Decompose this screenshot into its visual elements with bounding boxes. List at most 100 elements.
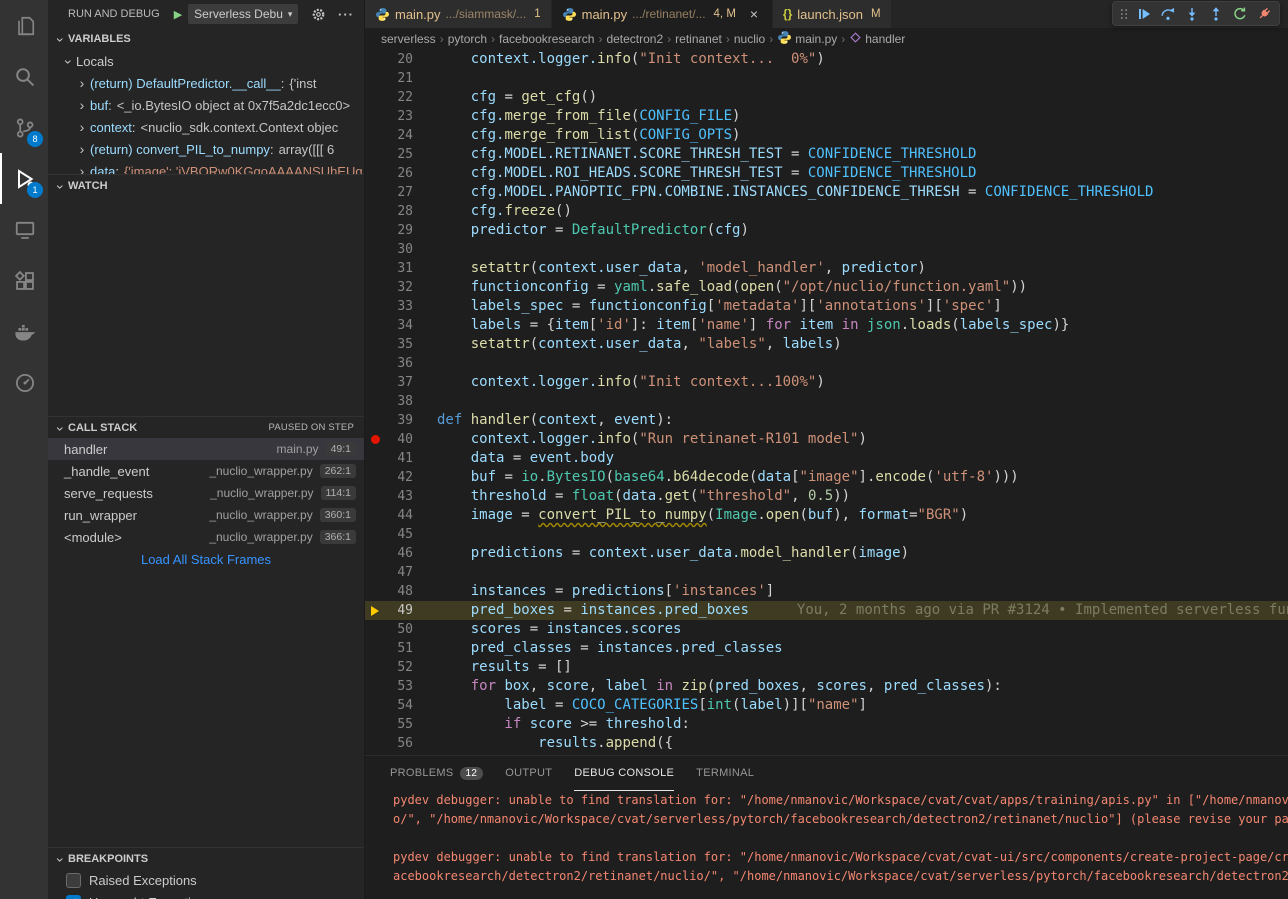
panel-tab-terminal[interactable]: TERMINAL [696, 756, 754, 791]
launch-config-select[interactable]: Serverless Debu ▾ [188, 4, 298, 24]
line-number[interactable]: 50 [385, 620, 413, 639]
debug-console-output[interactable]: pydev debugger: unable to find translati… [365, 791, 1288, 899]
editor-tab[interactable]: main.py.../siammask/...1 [365, 0, 552, 28]
step-into-button[interactable] [1180, 3, 1204, 25]
line-number[interactable]: 35 [385, 335, 413, 354]
line-number[interactable]: 36 [385, 354, 413, 373]
line-number[interactable]: 25 [385, 145, 413, 164]
token: yaml [614, 279, 648, 295]
line-number[interactable]: 46 [385, 544, 413, 563]
variable-row[interactable]: ›data:{'image': 'iVBORw0KGgoAAAANSUhEUg [48, 160, 364, 174]
line-number[interactable]: 31 [385, 259, 413, 278]
gear-icon[interactable] [311, 7, 326, 22]
line-number[interactable]: 49 [385, 601, 413, 620]
line-number[interactable]: 53 [385, 677, 413, 696]
step-out-button[interactable] [1204, 3, 1228, 25]
line-number[interactable]: 42 [385, 468, 413, 487]
activity-bar-item-remote[interactable] [0, 204, 48, 255]
line-number[interactable]: 56 [385, 734, 413, 753]
activity-bar-item-source-control[interactable]: 8 [0, 102, 48, 153]
line-number[interactable]: 27 [385, 183, 413, 202]
step-over-button[interactable] [1156, 3, 1180, 25]
continue-button[interactable] [1132, 3, 1156, 25]
variables-section-header[interactable]: › VARIABLES [48, 28, 364, 50]
activity-bar-item-run-debug[interactable]: 1 [0, 153, 48, 204]
gutter-glyph-margin [365, 335, 385, 354]
start-debugging-icon[interactable]: ▶ [174, 8, 182, 21]
variable-row[interactable]: ›context:<nuclio_sdk.context.Context obj… [48, 116, 364, 138]
panel-tab-problems[interactable]: PROBLEMS12 [390, 756, 483, 791]
scope-locals[interactable]: › Locals [48, 50, 364, 72]
stack-frame[interactable]: <module>_nuclio_wrapper.py366:1 [48, 526, 364, 548]
breakpoints-section-header[interactable]: › BREAKPOINTS [48, 847, 364, 869]
breadcrumb-item[interactable]: handler [849, 31, 905, 47]
disconnect-button[interactable] [1252, 3, 1276, 25]
line-number[interactable]: 51 [385, 639, 413, 658]
breakpoint-row[interactable]: Raised Exceptions [48, 869, 364, 891]
line-number[interactable]: 45 [385, 525, 413, 544]
line-number[interactable]: 55 [385, 715, 413, 734]
activity-bar-item-search[interactable] [0, 51, 48, 102]
line-number[interactable]: 32 [385, 278, 413, 297]
line-number[interactable]: 37 [385, 373, 413, 392]
panel-tab-output[interactable]: OUTPUT [505, 756, 552, 791]
checkbox-raised-exceptions[interactable] [66, 873, 81, 888]
breadcrumb-item[interactable]: retinanet [675, 32, 722, 46]
line-number[interactable]: 48 [385, 582, 413, 601]
stack-frame-arrow [371, 606, 379, 616]
variable-row[interactable]: ›(return) DefaultPredictor.__call__:{'in… [48, 72, 364, 94]
panel-tab-debug-console[interactable]: DEBUG CONSOLE [574, 756, 674, 791]
line-number[interactable]: 39 [385, 411, 413, 430]
line-number[interactable]: 20 [385, 50, 413, 69]
line-number[interactable]: 47 [385, 563, 413, 582]
variable-row[interactable]: ›buf:<_io.BytesIO object at 0x7f5a2dc1ec… [48, 94, 364, 116]
stack-frame[interactable]: handlermain.py49:1 [48, 438, 364, 460]
line-number[interactable]: 52 [385, 658, 413, 677]
stack-frame[interactable]: _handle_event_nuclio_wrapper.py262:1 [48, 460, 364, 482]
line-number[interactable]: 29 [385, 221, 413, 240]
load-all-stack-frames-link[interactable]: Load All Stack Frames [48, 548, 364, 570]
breadcrumb-item[interactable]: serverless [381, 32, 436, 46]
line-number[interactable]: 24 [385, 126, 413, 145]
activity-bar-item-docker[interactable] [0, 306, 48, 357]
line-number[interactable]: 30 [385, 240, 413, 259]
line-number[interactable]: 54 [385, 696, 413, 715]
call-stack-section-header[interactable]: › CALL STACK PAUSED ON STEP [48, 416, 364, 438]
more-actions-icon[interactable]: ··· [338, 7, 354, 22]
line-number[interactable]: 23 [385, 107, 413, 126]
breakpoint-icon[interactable] [365, 430, 385, 449]
line-number[interactable]: 40 [385, 430, 413, 449]
restart-button[interactable] [1228, 3, 1252, 25]
activity-bar-item-files[interactable] [0, 0, 48, 51]
line-number[interactable]: 26 [385, 164, 413, 183]
watch-section-header[interactable]: › WATCH [48, 174, 364, 196]
breadcrumb-item[interactable]: facebookresearch [499, 32, 594, 46]
variable-row[interactable]: ›(return) convert_PIL_to_numpy:array([[[… [48, 138, 364, 160]
line-number[interactable]: 38 [385, 392, 413, 411]
line-number[interactable]: 22 [385, 88, 413, 107]
breadcrumb-item[interactable]: nuclio [734, 32, 765, 46]
line-number[interactable]: 41 [385, 449, 413, 468]
line-number[interactable]: 28 [385, 202, 413, 221]
code-text: pred_classes = instances.pred_classes [413, 639, 783, 658]
line-number[interactable]: 33 [385, 297, 413, 316]
breadcrumb-item[interactable]: pytorch [448, 32, 487, 46]
breadcrumb-item[interactable]: main.py [777, 30, 837, 48]
breakpoint-row[interactable]: ✓Uncaught Exceptions [48, 891, 364, 899]
code-editor[interactable]: 20 context.logger.info("Init context... … [365, 50, 1288, 755]
breadcrumb-item[interactable]: detectron2 [606, 32, 663, 46]
stack-frame[interactable]: serve_requests_nuclio_wrapper.py114:1 [48, 482, 364, 504]
close-tab-icon[interactable]: × [746, 6, 762, 22]
line-number[interactable]: 21 [385, 69, 413, 88]
token [521, 716, 529, 732]
checkbox-uncaught-exceptions[interactable]: ✓ [66, 895, 81, 899]
toolbar-drag-handle[interactable] [1116, 3, 1132, 25]
editor-tab[interactable]: main.py.../retinanet/...4, M× [552, 0, 773, 28]
stack-frame[interactable]: run_wrapper_nuclio_wrapper.py360:1 [48, 504, 364, 526]
editor-tab[interactable]: {}launch.jsonM [773, 0, 892, 28]
line-number[interactable]: 43 [385, 487, 413, 506]
activity-bar-item-gauge[interactable] [0, 357, 48, 408]
line-number[interactable]: 34 [385, 316, 413, 335]
line-number[interactable]: 44 [385, 506, 413, 525]
activity-bar-item-extensions[interactable] [0, 255, 48, 306]
